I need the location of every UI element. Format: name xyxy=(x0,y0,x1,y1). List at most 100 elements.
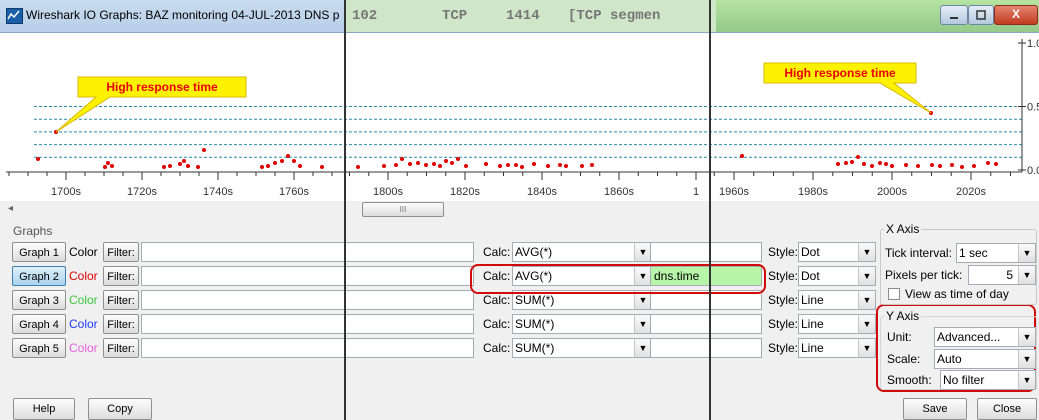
graph-filter-label: Filter: xyxy=(107,343,135,355)
data-point xyxy=(464,164,468,168)
pixels-per-tick-select[interactable]: 5 ▼ xyxy=(968,265,1036,285)
graph-calc-field-input[interactable] xyxy=(650,338,762,358)
graph-filter-button[interactable]: Filter: xyxy=(103,338,139,358)
graph-filter-input[interactable] xyxy=(141,242,474,262)
graph-calc-field-input[interactable] xyxy=(650,314,762,334)
smooth-select[interactable]: No filter ▼ xyxy=(940,370,1036,390)
data-point xyxy=(558,163,562,167)
data-point xyxy=(400,157,404,161)
graph-filter-button[interactable]: Filter: xyxy=(103,290,139,310)
chevron-down-icon: ▼ xyxy=(858,315,875,333)
graph-calc-field-input[interactable] xyxy=(650,290,762,310)
graph-filter-input[interactable] xyxy=(141,266,474,286)
scale-select[interactable]: Auto ▼ xyxy=(934,349,1036,369)
graph-color-label[interactable]: Color xyxy=(69,242,98,262)
bg-text: TCP xyxy=(442,8,468,24)
graph-filter-label: Filter: xyxy=(107,319,135,331)
data-point xyxy=(498,164,502,168)
graph-color-label[interactable]: Color xyxy=(69,314,98,334)
graph-toggle-button[interactable]: Graph 4 xyxy=(12,314,66,334)
graph-style-select[interactable]: Dot ▼ xyxy=(798,242,876,262)
graph-filter-button[interactable]: Filter: xyxy=(103,314,139,334)
minimize-button[interactable] xyxy=(940,5,968,25)
graph-calc-select[interactable]: AVG(*) ▼ xyxy=(512,266,652,286)
data-point xyxy=(36,157,40,161)
graph-style-select[interactable]: Dot ▼ xyxy=(798,266,876,286)
data-point xyxy=(994,162,998,166)
graph-color-label[interactable]: Color xyxy=(69,290,98,310)
data-point xyxy=(514,163,518,167)
data-point xyxy=(532,162,536,166)
help-label: Help xyxy=(32,403,56,415)
graph-color-label[interactable]: Color xyxy=(69,338,98,358)
graph-calc-select[interactable]: SUM(*) ▼ xyxy=(512,290,652,310)
graph-filter-input[interactable] xyxy=(141,290,474,310)
graph-calc-label: Calc: xyxy=(483,317,511,331)
graph-style-select[interactable]: Line ▼ xyxy=(798,314,876,334)
graph-filter-button[interactable]: Filter: xyxy=(103,242,139,262)
scroll-left-icon[interactable]: ◂ xyxy=(8,203,13,214)
graph-calc-select[interactable]: SUM(*) ▼ xyxy=(512,338,652,358)
graph-toggle-button[interactable]: Graph 5 xyxy=(12,338,66,358)
y-tick-label: 0.5 xyxy=(1027,102,1039,114)
graph-toggle-button[interactable]: Graph 2 xyxy=(12,266,66,286)
data-point xyxy=(856,155,860,159)
data-point xyxy=(844,161,848,165)
graph-color-label[interactable]: Color xyxy=(69,266,98,286)
graph-toggle-button[interactable]: Graph 3 xyxy=(12,290,66,310)
x-tick-label: 1980s xyxy=(798,186,828,198)
graph-toggle-label: Graph 4 xyxy=(19,319,59,331)
chevron-down-icon: ▼ xyxy=(858,267,875,285)
x-tick-label: 1 xyxy=(693,186,699,198)
unit-select[interactable]: Advanced... ▼ xyxy=(934,327,1036,347)
x-tick-label: 1720s xyxy=(127,186,157,198)
data-point xyxy=(266,164,270,168)
plot-scrollbar-thumb[interactable]: III xyxy=(362,202,444,217)
x-tick-label: 1820s xyxy=(450,186,480,198)
data-point xyxy=(394,163,398,167)
bg-text: 1414 xyxy=(506,8,540,24)
data-point xyxy=(444,159,448,163)
data-point xyxy=(186,164,190,168)
copy-button[interactable]: Copy xyxy=(88,398,152,420)
save-button[interactable]: Save xyxy=(903,398,967,420)
graph-calc-select[interactable]: SUM(*) ▼ xyxy=(512,314,652,334)
unit-value: Advanced... xyxy=(937,330,1001,344)
smooth-label: Smooth: xyxy=(887,373,932,387)
graph-filter-button[interactable]: Filter: xyxy=(103,266,139,286)
data-point xyxy=(168,164,172,168)
graph-calc-field-input[interactable] xyxy=(650,242,762,262)
maximize-button[interactable] xyxy=(968,5,994,25)
graph-calc-field-input[interactable]: dns.time xyxy=(650,266,762,286)
graph-style-select[interactable]: Line ▼ xyxy=(798,338,876,358)
data-point xyxy=(890,164,894,168)
data-point xyxy=(103,165,107,169)
graph-calc-value: SUM(*) xyxy=(515,341,555,355)
close-button[interactable]: Close xyxy=(977,398,1037,420)
data-point xyxy=(182,159,186,163)
graph-filter-input[interactable] xyxy=(141,314,474,334)
x-tick-label: 1700s xyxy=(51,186,81,198)
close-window-button[interactable]: X xyxy=(994,5,1038,25)
graph-toggle-label: Graph 2 xyxy=(19,271,59,283)
graph-calc-value: SUM(*) xyxy=(515,293,555,307)
view-time-of-day-checkbox[interactable] xyxy=(888,288,900,300)
chevron-down-icon: ▼ xyxy=(1018,350,1035,368)
graph-toggle-button[interactable]: Graph 1 xyxy=(12,242,66,262)
graph-style-label: Style: xyxy=(768,269,799,283)
graph-filter-input[interactable] xyxy=(141,338,474,358)
data-point xyxy=(506,163,510,167)
tick-interval-select[interactable]: 1 sec ▼ xyxy=(956,243,1036,263)
graph-calc-select[interactable]: AVG(*) ▼ xyxy=(512,242,652,262)
graph-style-select[interactable]: Line ▼ xyxy=(798,290,876,310)
graph-style-label: Style: xyxy=(768,245,799,259)
close-icon: X xyxy=(1011,7,1020,21)
data-point xyxy=(162,165,166,169)
help-button[interactable]: Help xyxy=(13,398,75,420)
data-point xyxy=(110,164,114,168)
chevron-down-icon: ▼ xyxy=(858,291,875,309)
data-point xyxy=(202,148,206,152)
graphs-group-label: Graphs xyxy=(13,224,53,238)
y-axis-label: Y Axis xyxy=(884,306,922,326)
graph-style-value: Line xyxy=(801,293,824,307)
